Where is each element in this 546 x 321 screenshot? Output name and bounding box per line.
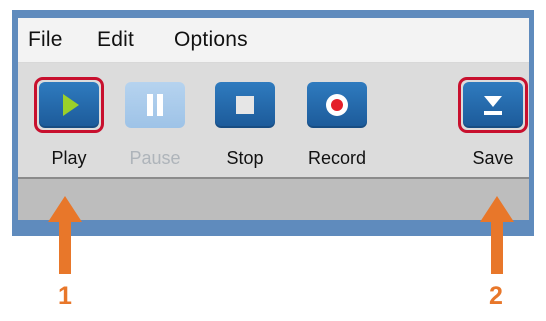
stop-icon: [236, 96, 254, 114]
play-button[interactable]: [39, 82, 99, 128]
save-button[interactable]: [463, 82, 523, 128]
menu-bar: File Edit Options: [18, 18, 529, 63]
menu-options[interactable]: Options: [174, 28, 248, 52]
record-button[interactable]: [307, 82, 367, 128]
play-icon: [63, 94, 79, 116]
record-icon: [326, 94, 348, 116]
arrow-up-icon-2: [480, 196, 514, 274]
callout-number-1: 1: [58, 282, 72, 310]
record-label: Record: [307, 148, 367, 168]
stop-button[interactable]: [215, 82, 275, 128]
save-label: Save: [472, 148, 514, 168]
pause-icon: [147, 94, 163, 116]
save-icon: [484, 96, 502, 115]
play-label: Play: [51, 148, 87, 168]
pause-button[interactable]: [125, 82, 185, 128]
menu-edit[interactable]: Edit: [97, 28, 134, 52]
arrow-up-icon-1: [48, 196, 82, 274]
status-bar: [18, 177, 529, 220]
toolbar: Play Pause Stop Record Save: [18, 63, 529, 177]
pause-label: Pause: [129, 148, 181, 168]
stop-label: Stop: [226, 148, 264, 168]
menu-file[interactable]: File: [28, 28, 63, 52]
callout-number-2: 2: [489, 282, 503, 310]
